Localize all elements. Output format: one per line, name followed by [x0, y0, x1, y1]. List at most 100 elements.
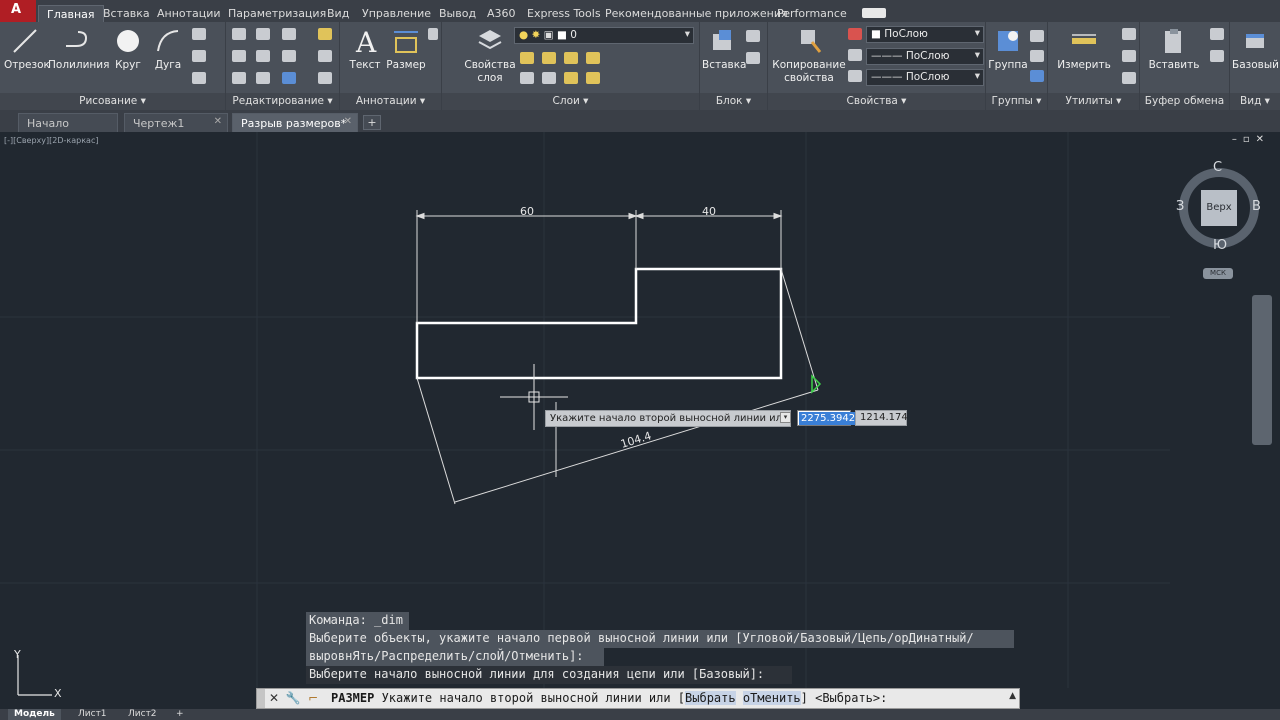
doc-tab-start[interactable]: Начало — [18, 113, 118, 132]
line-button[interactable]: Отрезок — [4, 26, 50, 72]
layer-dropdown[interactable]: ● ✸ ▣ ■ 0 ▾ — [514, 27, 694, 44]
linear-dim-icon[interactable] — [428, 28, 438, 40]
cut-icon[interactable] — [1210, 28, 1224, 40]
polyline-button[interactable]: Полилиния — [48, 26, 109, 72]
tab-express-tools[interactable]: Express Tools — [519, 5, 609, 22]
tab-performance[interactable]: Performance — [769, 5, 855, 22]
array-icon[interactable] — [192, 72, 206, 84]
model-tab[interactable]: Модель — [8, 709, 61, 720]
tab-manage[interactable]: Управление — [354, 5, 439, 22]
close-icon[interactable]: ✕ — [214, 116, 222, 127]
rect-array-icon[interactable] — [282, 72, 296, 84]
command-prompt-text[interactable]: РАЗМЕР Укажите начало второй выносной ли… — [331, 691, 887, 705]
compass-south[interactable]: Ю — [1213, 238, 1227, 253]
layout1-tab[interactable]: Лист1 — [72, 709, 113, 720]
command-line[interactable]: ✕ 🔧 ⌐ РАЗМЕР Укажите начало второй вынос… — [256, 688, 1020, 709]
mirror-icon[interactable] — [256, 50, 270, 62]
hatch-icon[interactable] — [192, 50, 206, 62]
rotate-icon[interactable] — [256, 28, 270, 40]
group-block-title[interactable]: Блок ▾ — [700, 93, 767, 110]
copy-clip-icon[interactable] — [1210, 50, 1224, 62]
group-annotation-title[interactable]: Аннотации ▾ — [340, 93, 441, 110]
option-select[interactable]: Выбрать — [685, 691, 736, 705]
layer-properties-button[interactable]: Свойства слоя — [462, 26, 518, 85]
tab-view[interactable]: Вид — [319, 5, 357, 22]
group-layers-title[interactable]: Слои ▾ — [442, 93, 699, 110]
layer-previous-icon[interactable] — [542, 52, 556, 64]
dimension-top[interactable] — [415, 210, 783, 323]
command-line-grip[interactable] — [257, 689, 265, 708]
dynamic-input-x-field[interactable]: 2275.3942 — [797, 410, 858, 426]
layer-freeze-icon[interactable] — [586, 52, 600, 64]
option-undo[interactable]: оТменить — [742, 691, 801, 705]
fillet-icon[interactable] — [282, 50, 296, 62]
doc-tab-drawing1[interactable]: Чертеж1 ✕ — [124, 113, 228, 132]
layer-thaw-icon[interactable] — [586, 72, 600, 84]
part-outline[interactable] — [415, 267, 783, 380]
copy-icon[interactable] — [232, 50, 246, 62]
tab-annotate[interactable]: Аннотации — [149, 5, 229, 22]
close-icon[interactable]: ✕ — [266, 690, 282, 707]
explode-icon[interactable] — [318, 50, 332, 62]
trim-icon[interactable] — [282, 28, 296, 40]
compass-east[interactable]: В — [1252, 199, 1261, 214]
quick-select-icon[interactable] — [1122, 28, 1136, 40]
circle-button[interactable]: Круг — [110, 26, 146, 72]
stretch-icon[interactable] — [232, 72, 246, 84]
tab-a360[interactable]: A360 — [479, 5, 524, 22]
linetype-dropdown[interactable]: ——— ПоСлою ▾ — [866, 48, 984, 65]
compass-west[interactable]: З — [1176, 199, 1184, 214]
group-groups-title[interactable]: Группы ▾ — [986, 93, 1047, 110]
layer-unisolate-icon[interactable] — [564, 72, 578, 84]
close-icon[interactable]: ✕ — [344, 116, 352, 127]
doc-tab-dimension-break[interactable]: Разрыв размеров* ✕ — [232, 113, 358, 132]
tab-home[interactable]: Главная — [38, 5, 104, 22]
color-dropdown[interactable]: ■ ПоСлою ▾ — [866, 26, 984, 43]
view-cube[interactable]: Верх С Ю З В — [1175, 160, 1263, 253]
command-history-toggle[interactable]: ▲ — [1009, 691, 1016, 701]
rectangle-icon[interactable] — [192, 28, 206, 40]
lineweight-dropdown[interactable]: ——— ПоСлою ▾ — [866, 69, 984, 86]
move-icon[interactable] — [232, 28, 246, 40]
measure-button[interactable]: Измерить — [1054, 26, 1114, 72]
group-modify-title[interactable]: Редактирование ▾ — [226, 93, 339, 110]
arc-button[interactable]: Дуга — [150, 26, 186, 72]
layer-lock-icon[interactable] — [542, 72, 556, 84]
layer-off-icon[interactable] — [520, 72, 534, 84]
dimension-aligned[interactable] — [416, 268, 819, 505]
calculator-icon[interactable] — [1122, 72, 1136, 84]
group-view-title[interactable]: Вид ▾ — [1230, 93, 1280, 110]
dynamic-input-options-icon[interactable]: ▾ — [780, 412, 791, 423]
layout2-tab[interactable]: Лист2 — [122, 709, 163, 720]
group-button[interactable]: Группа — [988, 26, 1028, 72]
group-select-icon[interactable] — [1030, 70, 1044, 82]
insert-block-button[interactable]: Вставка — [702, 26, 747, 72]
compass-north[interactable]: С — [1213, 160, 1222, 175]
base-view-button[interactable]: Базовый — [1232, 26, 1279, 72]
tab-featured-apps[interactable]: Рекомендованные приложения — [597, 5, 796, 22]
wrench-icon[interactable]: 🔧 — [285, 690, 301, 707]
ungroup-icon[interactable] — [1030, 30, 1044, 42]
dimension-button[interactable]: Размер — [386, 26, 426, 72]
scale-icon[interactable] — [256, 72, 270, 84]
match-properties-button[interactable]: Копирование свойства — [772, 26, 846, 85]
application-menu-button[interactable] — [0, 0, 36, 22]
group-properties-title[interactable]: Свойства ▾ — [768, 93, 985, 110]
view-cube-top-face[interactable]: Верх — [1201, 190, 1237, 226]
dynamic-input-y-field[interactable]: 1214.174 — [855, 410, 908, 426]
tab-parametric[interactable]: Параметризация — [220, 5, 334, 22]
id-point-icon[interactable] — [1122, 50, 1136, 62]
wcs-menu[interactable]: МСК — [1203, 268, 1233, 279]
recent-commands-icon[interactable]: ⌐ — [305, 690, 321, 707]
create-block-icon[interactable] — [746, 30, 760, 42]
ribbon-minimize-toggle[interactable] — [862, 8, 886, 18]
group-utilities-title[interactable]: Утилиты ▾ — [1048, 93, 1139, 110]
add-layout-button[interactable]: + — [170, 709, 190, 720]
text-button[interactable]: A Текст — [346, 26, 384, 72]
group-edit-icon[interactable] — [1030, 50, 1044, 62]
offset-icon[interactable] — [318, 72, 332, 84]
layer-isolate-icon[interactable] — [564, 52, 578, 64]
erase-icon[interactable] — [318, 28, 332, 40]
tab-output[interactable]: Вывод — [431, 5, 484, 22]
edit-block-icon[interactable] — [746, 52, 760, 64]
